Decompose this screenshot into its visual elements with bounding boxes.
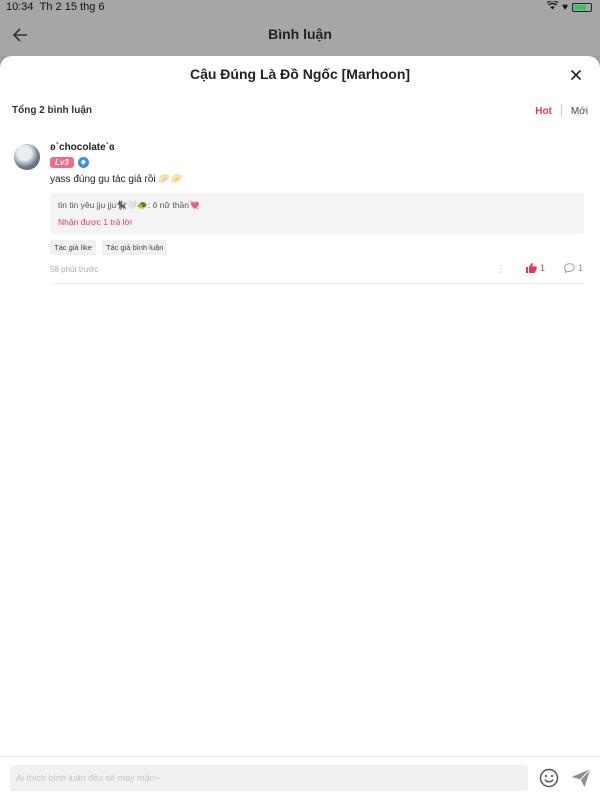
- comment-text: yass đúng gu tác giả rồi 🥟🥟: [50, 174, 184, 185]
- wifi-icon: [546, 0, 559, 13]
- shield-icon: ◆: [77, 157, 89, 168]
- comment-time: 58 phút trước: [50, 265, 99, 274]
- comment-divider: [50, 283, 585, 284]
- comments-sheet: Cậu Đúng Là Đồ Ngốc [Marhoon] Tổng 2 bìn…: [0, 56, 600, 800]
- status-date: Th 2 15 thg 6: [39, 1, 105, 13]
- comment-input-bar: [0, 756, 600, 800]
- more-options-icon[interactable]: ⋮: [496, 264, 506, 275]
- reply-preview-text: tin tin yêu jju jju🐈‍⬛🤍🐢: ô nữ thần💘: [58, 200, 200, 210]
- sheet-header: Cậu Đúng Là Đồ Ngốc [Marhoon]: [0, 56, 600, 96]
- thumbs-up-icon: [526, 263, 537, 273]
- heart-icon: ♥: [562, 1, 568, 13]
- top-nav: Bình luận: [0, 16, 600, 56]
- like-button[interactable]: 1: [526, 263, 545, 273]
- reply-button[interactable]: 1: [564, 263, 583, 273]
- reply-preview-box[interactable]: tin tin yêu jju jju🐈‍⬛🤍🐢: ô nữ thần💘 Nhậ…: [50, 193, 584, 234]
- reply-count: 1: [578, 263, 584, 273]
- comment-bubble-icon: [564, 263, 575, 273]
- status-icons: ♥: [546, 0, 592, 13]
- comment-body: ʚ`chocolate`ɞ Lv3 ◆ yass đúng gu tác giả…: [50, 142, 585, 284]
- close-icon[interactable]: [566, 65, 586, 85]
- total-comments-label: Tổng 2 bình luận: [12, 105, 92, 116]
- nav-title: Bình luận: [268, 26, 332, 42]
- clock: 10:34: [6, 1, 34, 13]
- sheet-title: Cậu Đúng Là Đồ Ngốc [Marhoon]: [189, 66, 411, 82]
- user-badges: Lv3 ◆: [50, 157, 585, 168]
- comment-username[interactable]: ʚ`chocolate`ɞ: [50, 142, 585, 153]
- sort-hot-tab[interactable]: Hot: [535, 106, 552, 117]
- level-badge: Lv3: [50, 157, 74, 168]
- avatar[interactable]: [14, 144, 40, 170]
- sort-toggle: Hot Mới: [535, 105, 588, 117]
- send-icon[interactable]: [570, 767, 592, 789]
- battery-icon: [572, 2, 592, 12]
- tag-author-liked: Tác giả like: [50, 240, 96, 255]
- view-replies-link[interactable]: Nhận được 1 trả lời: [58, 217, 576, 227]
- comment-input[interactable]: [10, 765, 528, 791]
- sort-divider: [560, 105, 562, 117]
- emoji-icon[interactable]: [538, 767, 560, 789]
- tag-author-commented: Tác giả bình luận: [101, 240, 168, 255]
- comment-meta: 58 phút trước ⋮ 1 1: [50, 261, 585, 277]
- like-count: 1: [540, 263, 546, 273]
- comment-count-row: Tổng 2 bình luận Hot Mới: [0, 96, 600, 126]
- status-bar: 10:34 Th 2 15 thg 6 ♥: [0, 0, 600, 16]
- author-tags: Tác giả like Tác giả bình luận: [50, 240, 585, 255]
- sort-new-tab[interactable]: Mới: [571, 106, 588, 117]
- status-time: 10:34 Th 2 15 thg 6: [6, 1, 104, 13]
